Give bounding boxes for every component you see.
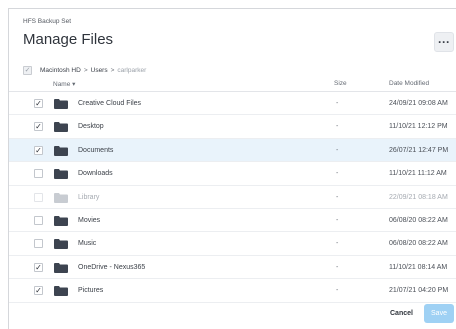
row-checkbox[interactable] [34, 215, 43, 225]
folder-icon [54, 192, 68, 203]
breadcrumb-item-users[interactable]: Users [91, 67, 108, 74]
folder-icon [54, 122, 68, 133]
row-checkbox[interactable]: ✓ [34, 262, 43, 272]
table-row[interactable]: ✓ Pictures - 21/07/21 04:20 PM [9, 279, 456, 303]
folder-icon [54, 99, 68, 109]
dialog-subtitle: HFS Backup Set [23, 18, 72, 25]
row-size: - [336, 216, 339, 224]
row-size: - [336, 100, 339, 107]
cancel-button[interactable]: Cancel [390, 310, 413, 317]
row-size: - [336, 263, 339, 271]
row-name: Pictures [78, 287, 104, 295]
manage-files-dialog: HFS Backup Set Manage Files ··· ✓ Macint… [8, 8, 456, 329]
row-checkbox[interactable] [34, 169, 43, 179]
row-name: Downloads [78, 170, 113, 178]
column-header-size[interactable]: Size [334, 80, 347, 87]
table-row[interactable]: Music - 06/08/20 08:22 AM [9, 232, 456, 256]
row-checkbox[interactable]: ✓ [34, 99, 43, 108]
row-name: Music [78, 240, 97, 248]
folder-icon [54, 145, 68, 156]
row-date: 21/07/21 04:20 PM [389, 287, 449, 295]
row-checkbox[interactable]: ✓ [34, 145, 43, 155]
dialog-title: Manage Files [23, 31, 114, 48]
folder-icon [54, 169, 68, 180]
row-checkbox[interactable]: ✓ [34, 122, 43, 132]
row-size: - [336, 240, 339, 248]
folder-icon [54, 239, 68, 250]
row-checkbox[interactable]: ✓ [34, 286, 43, 296]
row-size: - [336, 193, 339, 201]
folder-icon [54, 262, 68, 273]
column-header-name[interactable]: Name ▾ [53, 80, 75, 88]
save-button[interactable]: Save [424, 304, 454, 323]
row-size: - [336, 123, 339, 131]
row-date: 11/10/21 11:12 AM [389, 170, 447, 178]
table-row[interactable]: ✓ Documents - 26/07/21 12:47 PM [9, 138, 456, 163]
table-row[interactable]: Library - 22/09/21 08:18 AM [9, 186, 456, 209]
row-checkbox[interactable] [34, 192, 43, 202]
breadcrumb: ✓ Macintosh HD > Users > carlparker [23, 64, 146, 76]
breadcrumb-separator: > [110, 66, 115, 74]
checkbox-icon: ✓ [24, 67, 31, 74]
column-header-date-modified[interactable]: Date Modified [389, 80, 429, 87]
row-name: Creative Cloud Files [78, 100, 142, 107]
folder-icon [54, 286, 68, 297]
table-row[interactable]: ✓ Desktop - 11/10/21 12:12 PM [9, 115, 456, 139]
more-icon: ··· [438, 35, 450, 49]
row-checkbox[interactable] [34, 239, 43, 249]
table-row[interactable]: Downloads - 11/10/21 11:12 AM [9, 162, 456, 186]
row-date: 06/08/20 08:22 AM [389, 216, 448, 224]
more-options-button[interactable]: ··· [434, 32, 454, 52]
row-name: Desktop [78, 123, 104, 131]
row-name: Movies [78, 216, 101, 224]
row-name: Documents [78, 146, 114, 154]
row-date: 26/07/21 12:47 PM [389, 146, 449, 154]
table-header: Name ▾ Size Date Modified [9, 76, 456, 92]
breadcrumb-separator: > [83, 66, 88, 74]
row-date: 11/10/21 08:14 AM [389, 263, 448, 271]
row-date: 11/10/21 12:12 PM [389, 123, 448, 131]
row-name: OneDrive - Nexus365 [78, 263, 146, 271]
table-row[interactable]: Movies - 06/08/20 08:22 AM [9, 209, 456, 233]
table-row[interactable]: ✓ OneDrive - Nexus365 - 11/10/21 08:14 A… [9, 256, 456, 280]
row-name: Library [78, 193, 100, 201]
row-date: 24/09/21 09:08 AM [389, 100, 448, 107]
root-checkbox[interactable]: ✓ [23, 65, 32, 75]
row-date: 22/09/21 08:18 AM [389, 193, 448, 201]
breadcrumb-item-current: carlparker [117, 66, 147, 74]
breadcrumb-item-macintosh-hd[interactable]: Macintosh HD [40, 67, 81, 74]
row-size: - [336, 146, 339, 154]
row-size: - [336, 287, 339, 295]
folder-icon [54, 215, 68, 226]
row-size: - [336, 170, 339, 178]
table-row[interactable]: ✓ Creative Cloud Files - 24/09/21 09:08 … [9, 92, 456, 116]
row-date: 06/08/20 08:22 AM [389, 240, 448, 248]
file-list: ✓ Creative Cloud Files - 24/09/21 09:08 … [9, 92, 456, 303]
